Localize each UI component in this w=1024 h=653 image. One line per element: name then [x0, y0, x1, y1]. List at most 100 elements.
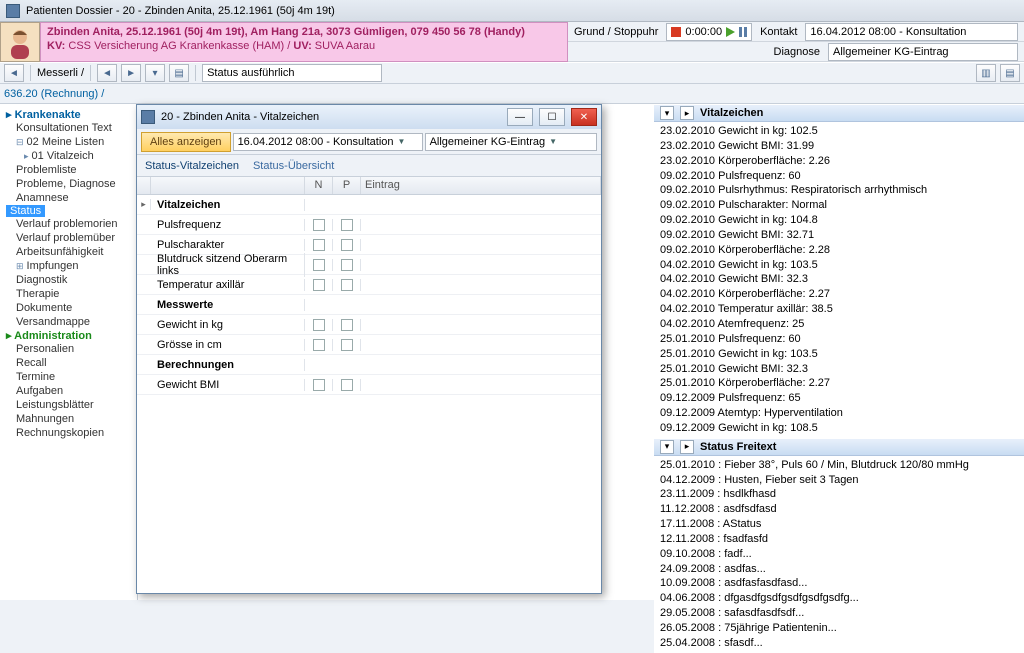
maximize-button[interactable]: ☐ [539, 108, 565, 126]
back-button[interactable]: ◄ [4, 64, 24, 82]
list-item[interactable]: 04.02.2010 Gewicht in kg: 103.5 [660, 258, 1018, 273]
list-item[interactable]: 09.10.2008 : fadf... [660, 547, 1018, 562]
checkbox[interactable] [341, 279, 353, 291]
col-eintrag[interactable]: Eintrag [361, 177, 601, 194]
show-all-button[interactable]: Alles anzeigen [141, 132, 231, 152]
list-item[interactable]: 11.12.2008 : asdfsdfasd [660, 502, 1018, 517]
tree-item[interactable]: Personalien [6, 342, 137, 356]
list-item[interactable]: 04.02.2010 Körperoberfläche: 2.27 [660, 287, 1018, 302]
list-item[interactable]: 04.06.2008 : dfgasdfgsdfgsdfgsdfgsdfg... [660, 591, 1018, 606]
col-n[interactable]: N [305, 177, 333, 194]
tree-item[interactable]: Versandmappe [6, 315, 137, 329]
vital-grid[interactable]: N P Eintrag ▸VitalzeichenPulsfrequenzPul… [137, 177, 601, 593]
checkbox[interactable] [313, 279, 325, 291]
list-item[interactable]: 09.02.2010 Körperoberfläche: 2.28 [660, 243, 1018, 258]
checkbox[interactable] [313, 239, 325, 251]
list-item[interactable]: 09.02.2010 Pulsfrequenz: 60 [660, 169, 1018, 184]
play-icon[interactable] [726, 27, 735, 37]
checkbox[interactable] [313, 339, 325, 351]
table-row[interactable]: Temperatur axillär [137, 275, 601, 295]
list-item[interactable]: 04.02.2010 Atemfrequenz: 25 [660, 317, 1018, 332]
list-item[interactable]: 23.02.2010 Gewicht BMI: 31.99 [660, 139, 1018, 154]
status-combo[interactable]: Status ausführlich [202, 64, 382, 82]
tree-item[interactable]: ▸01 Vitalzeich [6, 149, 137, 163]
tree-item[interactable]: Diagnostik [6, 273, 137, 287]
tree-item-selected[interactable]: Status [6, 205, 45, 217]
checkbox[interactable] [341, 379, 353, 391]
type-combo[interactable]: Allgemeiner KG-Eintrag▼ [425, 133, 597, 151]
list-item[interactable]: 09.12.2009 Gewicht in kg: 108.5 [660, 421, 1018, 436]
nav-prev-button[interactable]: ◄ [97, 64, 117, 82]
minimize-button[interactable]: — [507, 108, 533, 126]
list-item[interactable]: 09.02.2010 Pulsrhythmus: Respiratorisch … [660, 183, 1018, 198]
panel-options-icon[interactable]: ▸ [680, 106, 694, 120]
col-p[interactable]: P [333, 177, 361, 194]
tree-item[interactable]: Therapie [6, 287, 137, 301]
list-item[interactable]: 25.04.2008 : sfasdf... [660, 636, 1018, 651]
nav-next-button[interactable]: ► [121, 64, 141, 82]
tree-item[interactable]: Mahnungen [6, 412, 137, 426]
pause-icon[interactable] [739, 27, 747, 37]
checkbox[interactable] [341, 239, 353, 251]
list-item[interactable]: 09.12.2009 Atemtyp: Hyperventilation [660, 406, 1018, 421]
tree-item[interactable]: Verlauf problemorien [6, 217, 137, 231]
tab-uebersicht[interactable]: Status-Übersicht [253, 160, 334, 176]
nav-tree[interactable]: ▸ Krankenakte Konsultationen Text ⊟02 Me… [0, 104, 138, 600]
checkbox[interactable] [341, 319, 353, 331]
list-item[interactable]: 26.05.2008 : 75jährige Patientenin... [660, 621, 1018, 636]
panel-options-icon[interactable]: ▸ [680, 440, 694, 454]
list-item[interactable]: 09.02.2010 Gewicht in kg: 104.8 [660, 213, 1018, 228]
list-item[interactable]: 25.01.2010 : Fieber 38°, Puls 60 / Min, … [660, 458, 1018, 473]
layout-button-1[interactable]: ▥ [976, 64, 996, 82]
tab-vitalzeichen[interactable]: Status-Vitalzeichen [145, 160, 239, 176]
tree-item[interactable]: ⊞Impfungen [6, 259, 137, 273]
list-item[interactable]: 04.02.2010 Temperatur axillär: 38.5 [660, 302, 1018, 317]
tree-item[interactable]: Aufgaben [6, 384, 137, 398]
checkbox[interactable] [313, 259, 325, 271]
table-row[interactable]: ▸Vitalzeichen [137, 195, 601, 215]
list-item[interactable]: 09.12.2009 Pulsfrequenz: 65 [660, 391, 1018, 406]
close-button[interactable]: ✕ [571, 108, 597, 126]
list-item[interactable]: 25.01.2010 Körperoberfläche: 2.27 [660, 376, 1018, 391]
table-row[interactable]: Blutdruck sitzend Oberarm links [137, 255, 601, 275]
doc-button[interactable]: ▤ [169, 64, 189, 82]
checkbox[interactable] [313, 379, 325, 391]
list-item[interactable]: 29.05.2008 : safasdfasdfsdf... [660, 606, 1018, 621]
list-item[interactable]: 25.01.2010 Gewicht in kg: 103.5 [660, 347, 1018, 362]
checkbox[interactable] [341, 339, 353, 351]
billing-label[interactable]: 636.20 (Rechnung) / [4, 88, 104, 100]
tree-item[interactable]: Probleme, Diagnose [6, 177, 137, 191]
checkbox[interactable] [341, 219, 353, 231]
list-item[interactable]: 23.11.2009 : hsdlkfhasd [660, 487, 1018, 502]
table-row[interactable]: Gewicht in kg [137, 315, 601, 335]
breadcrumb-messerli[interactable]: Messerli / [37, 67, 84, 79]
tree-root[interactable]: ▸ Krankenakte [6, 108, 137, 121]
list-item[interactable]: 23.02.2010 Gewicht in kg: 102.5 [660, 124, 1018, 139]
tree-admin-root[interactable]: ▸ Administration [6, 329, 137, 342]
checkbox[interactable] [313, 219, 325, 231]
dropdown-button[interactable]: ▾ [145, 64, 165, 82]
table-row[interactable]: Berechnungen [137, 355, 601, 375]
list-item[interactable]: 09.02.2010 Pulscharakter: Normal [660, 198, 1018, 213]
stop-icon[interactable] [671, 27, 681, 37]
list-item[interactable]: 10.09.2008 : asdfasfasdfasd... [660, 576, 1018, 591]
list-item[interactable]: 04.02.2010 Gewicht BMI: 32.3 [660, 272, 1018, 287]
table-row[interactable]: Pulsfrequenz [137, 215, 601, 235]
list-item[interactable]: 25.01.2010 Pulsfrequenz: 60 [660, 332, 1018, 347]
panel-freitext-body[interactable]: 25.01.2010 : Fieber 38°, Puls 60 / Min, … [654, 456, 1024, 653]
table-row[interactable]: Messwerte [137, 295, 601, 315]
date-combo[interactable]: 16.04.2012 08:00 - Konsultation▼ [233, 133, 423, 151]
tree-item[interactable]: Anamnese [6, 191, 137, 205]
tree-item[interactable]: Dokumente [6, 301, 137, 315]
list-item[interactable]: 04.12.2009 : Husten, Fieber seit 3 Tagen [660, 473, 1018, 488]
tree-item[interactable]: Verlauf problemüber [6, 231, 137, 245]
list-item[interactable]: 24.09.2008 : asdfas... [660, 562, 1018, 577]
checkbox[interactable] [341, 259, 353, 271]
table-row[interactable]: Grösse in cm [137, 335, 601, 355]
panel-vital-body[interactable]: 23.02.2010 Gewicht in kg: 102.523.02.201… [654, 122, 1024, 438]
tree-item[interactable]: Leistungsblätter [6, 398, 137, 412]
list-item[interactable]: 12.11.2008 : fsadfasfd [660, 532, 1018, 547]
list-item[interactable]: 23.02.2010 Körperoberfläche: 2.26 [660, 154, 1018, 169]
tree-item[interactable]: ⊟02 Meine Listen [6, 135, 137, 149]
list-item[interactable]: 17.11.2008 : AStatus [660, 517, 1018, 532]
